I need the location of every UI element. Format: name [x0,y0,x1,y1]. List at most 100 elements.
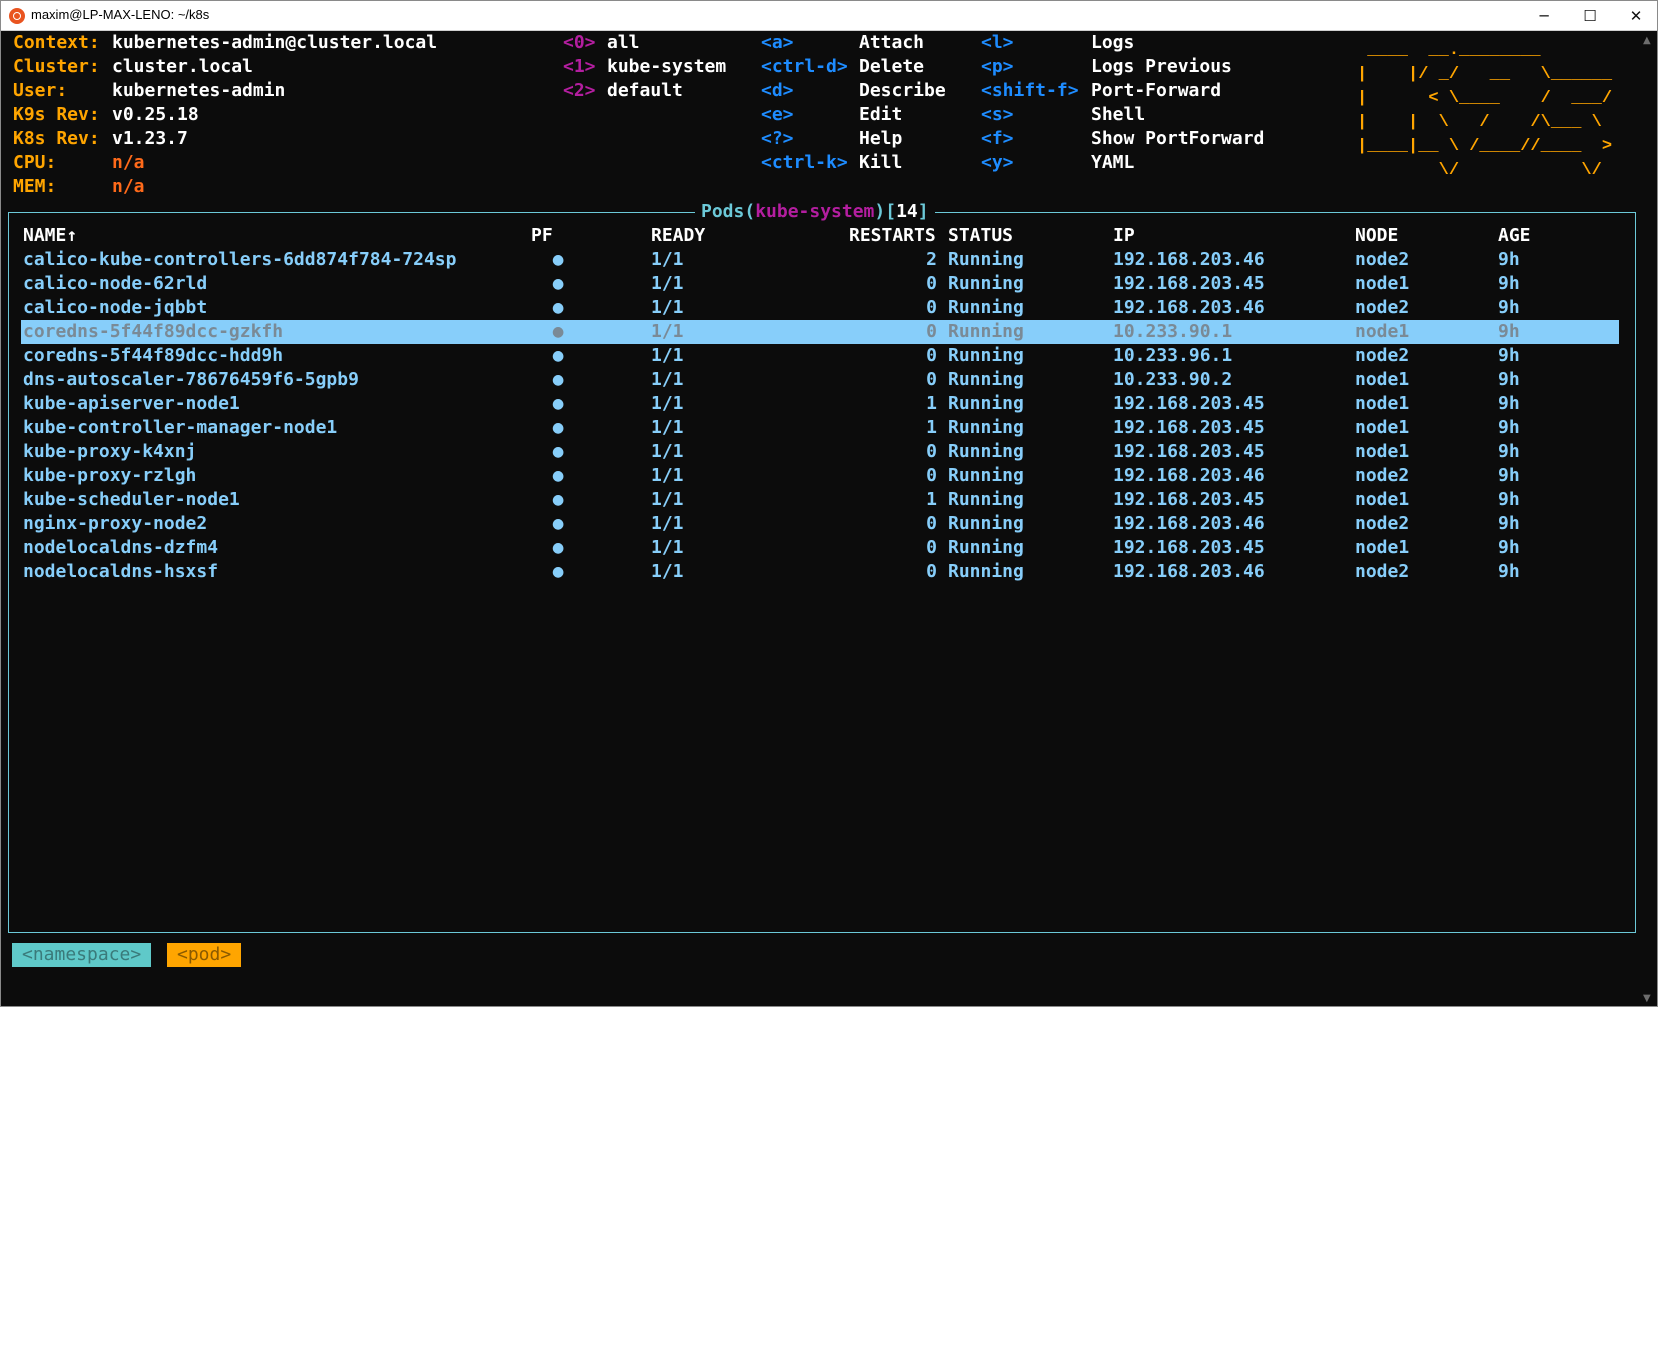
port-forward-status-icon: ● [552,540,565,556]
table-row[interactable]: calico-node-jqbbt ● 1/1 0 Running 192.168.203… [21,296,1619,320]
scrollbar[interactable]: ▲ ▼ [1640,31,1657,1006]
shortcut-action[interactable]: Attach [859,31,924,55]
minimize-button[interactable]: ─ [1521,1,1567,31]
port-forward-status-icon: ● [552,348,565,364]
close-button[interactable]: ✕ [1613,1,1658,31]
column-header-status[interactable]: STATUS [948,224,1013,248]
cell-ip: 192.168.203.45 [1113,393,1265,414]
shortcut-key[interactable]: <e> [761,103,794,127]
namespace-name[interactable]: all [607,31,640,55]
table-row[interactable]: calico-kube-controllers-6dd874f784-724sp… [21,248,1619,272]
cell-ready: 1/1 [651,321,684,342]
cell-restarts: 0 [926,465,937,486]
crumb-namespace[interactable]: <namespace> [12,943,152,967]
cell-restarts: 0 [926,441,937,462]
shortcut-key[interactable]: <shift-f> [981,79,1079,103]
shortcut-action[interactable]: Delete [859,55,924,79]
shortcut-key[interactable]: <?> [761,127,794,151]
cell-age: 9h [1498,441,1520,462]
cell-age: 9h [1498,417,1520,438]
shortcut-key[interactable]: <a> [761,31,794,55]
scroll-down-arrow-icon[interactable]: ▼ [1643,993,1651,1004]
crumb-pod[interactable]: <pod> [167,943,242,967]
shortcut-action[interactable]: Help [859,127,902,151]
cell-ready: 1/1 [651,537,684,558]
namespace-key[interactable]: <0> [563,31,596,55]
table-row[interactable]: coredns-5f44f89dcc-gzkfh ● 1/1 0 Running 10.2… [21,320,1619,344]
shortcut-action[interactable]: Edit [859,103,902,127]
shortcut-key[interactable]: <l> [981,31,1014,55]
namespace-key[interactable]: <1> [563,55,596,79]
table-row[interactable]: dns-autoscaler-78676459f6-5gpb9 ● 1/1 0 Runn… [21,368,1619,392]
ubuntu-icon [9,8,25,24]
table-row[interactable]: kube-controller-manager-node1 ● 1/1 1 Runnin… [21,416,1619,440]
namespace-name[interactable]: kube-system [607,55,726,79]
port-forward-status-icon: ● [552,516,565,532]
cell-name: nginx-proxy-node2 [23,513,208,534]
table-row[interactable]: nodelocaldns-hsxsf ● 1/1 0 Running 192.168.20… [21,560,1619,584]
table-row[interactable]: kube-proxy-rzlgh ● 1/1 0 Running 192.168.203.… [21,464,1619,488]
cell-ip: 192.168.203.46 [1113,249,1265,270]
cell-node: node1 [1355,441,1410,462]
column-header-ready[interactable]: READY [651,224,705,248]
cell-age: 9h [1498,489,1520,510]
shortcut-key[interactable]: <f> [981,127,1014,151]
column-header-node[interactable]: NODE [1355,224,1398,248]
shortcut-key[interactable]: <ctrl-d> [761,55,848,79]
scroll-up-arrow-icon[interactable]: ▲ [1643,35,1651,46]
table-row[interactable]: kube-scheduler-node1 ● 1/1 1 Running 192.168.… [21,488,1619,512]
column-header-age[interactable]: AGE [1498,224,1531,248]
cell-status: Running [948,273,1024,294]
table-row[interactable]: kube-apiserver-node1 ● 1/1 1 Running 192.168.… [21,392,1619,416]
cell-age: 9h [1498,513,1520,534]
namespace-key[interactable]: <2> [563,79,596,103]
namespace-name[interactable]: default [607,79,683,103]
cell-ready: 1/1 [651,369,684,390]
cell-status: Running [948,369,1024,390]
shortcut-action[interactable]: Describe [859,79,946,103]
cell-node: node1 [1355,489,1410,510]
cell-node: node1 [1355,369,1410,390]
shortcut-action[interactable]: Port-Forward [1091,79,1221,103]
shortcut-key[interactable]: <ctrl-k> [761,151,848,175]
shortcut-action[interactable]: Show PortForward [1091,127,1264,151]
cell-ip: 10.233.90.2 [1113,369,1233,390]
shortcut-key[interactable]: <y> [981,151,1014,175]
table-row[interactable]: coredns-5f44f89dcc-hdd9h ● 1/1 0 Running 10.2… [21,344,1619,368]
info-label: Context: [13,32,100,53]
column-header-pf[interactable]: PF [531,224,553,248]
cell-restarts: 2 [926,249,937,270]
cell-node: node2 [1355,465,1410,486]
port-forward-status-icon: ● [552,372,565,388]
shortcut-action[interactable]: Shell [1091,103,1145,127]
cell-ip: 192.168.203.45 [1113,489,1265,510]
column-header-ip[interactable]: IP [1113,224,1135,248]
shortcut-key[interactable]: <p> [981,55,1014,79]
cell-restarts: 1 [926,489,937,510]
cell-ip: 192.168.203.45 [1113,537,1265,558]
table-row[interactable]: calico-node-62rld ● 1/1 0 Running 192.168.203… [21,272,1619,296]
shortcut-action[interactable]: Logs Previous [1091,55,1232,79]
shortcut-key[interactable]: <s> [981,103,1014,127]
cell-age: 9h [1498,369,1520,390]
info-value: v0.25.18 [112,104,199,125]
shortcut-key[interactable]: <d> [761,79,794,103]
cell-ready: 1/1 [651,489,684,510]
column-header-name[interactable]: NAME↑ [23,224,77,248]
table-row[interactable]: nodelocaldns-dzfm4 ● 1/1 0 Running 192.168.20… [21,536,1619,560]
maximize-button[interactable]: ☐ [1567,1,1613,31]
k9s-terminal[interactable]: Context: kubernetes-admin@cluster.local Cl… [1,31,1642,1006]
column-header-restarts[interactable]: RESTARTS [849,224,936,248]
cell-name: calico-node-jqbbt [23,297,208,318]
title-bar[interactable]: maxim@LP-MAX-LENO: ~/k8s ─ ☐ ✕ [1,1,1657,31]
cell-age: 9h [1498,273,1520,294]
cell-ready: 1/1 [651,561,684,582]
table-row[interactable]: nginx-proxy-node2 ● 1/1 0 Running 192.168.203… [21,512,1619,536]
cell-name: nodelocaldns-dzfm4 [23,537,219,558]
port-forward-status-icon: ● [552,276,565,292]
table-row[interactable]: kube-proxy-k4xnj ● 1/1 0 Running 192.168.203.… [21,440,1619,464]
shortcut-action[interactable]: Kill [859,151,902,175]
shortcut-action[interactable]: Logs [1091,31,1134,55]
cell-name: coredns-5f44f89dcc-hdd9h [23,345,284,366]
shortcut-action[interactable]: YAML [1091,151,1134,175]
